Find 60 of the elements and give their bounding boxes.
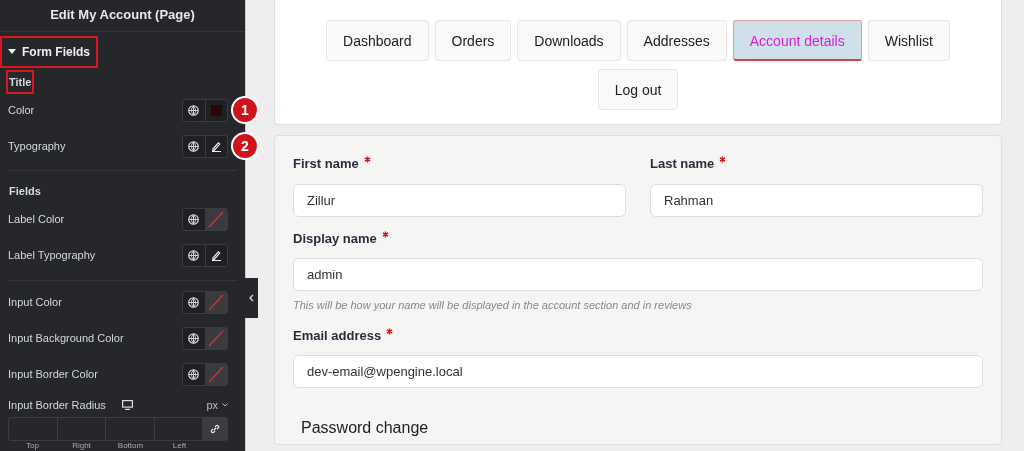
desktop-icon[interactable] [121,399,133,410]
account-tab[interactable]: Wishlist [867,20,950,61]
text-input[interactable]: Rahman [650,183,983,217]
panel-title: Edit My Account (Page) [0,0,245,32]
step-number: 2 [231,132,259,160]
control-button-group[interactable] [182,363,228,386]
control-label: Typography [8,138,66,154]
pencil-icon[interactable] [210,250,222,261]
control-label: Input Border Color [8,367,98,383]
dimension-label: Top [25,441,40,451]
field-label: Display name [293,230,377,246]
text-input[interactable]: Zillur [293,183,626,217]
chevron-left-icon[interactable] [249,294,254,302]
group-heading: Fields [8,184,42,199]
pencil-icon[interactable] [210,140,222,152]
control-label: Input Border Radius [8,397,106,413]
field-label: Last name [650,156,715,171]
field-label: First name [293,156,359,171]
text-input[interactable]: dev-email@wpengine.local [293,355,983,388]
dimension-label: Bottom [116,441,145,451]
group-heading: Title [8,71,33,92]
section-heading: Password change [293,416,437,444]
empty-color-swatch[interactable] [207,211,226,228]
dimension-label: Right [71,441,92,451]
section-toggle[interactable]: Form Fields [2,37,96,66]
control-button-group[interactable] [182,134,228,158]
globe-icon[interactable] [188,104,200,116]
field-label: Email address [293,327,382,343]
globe-icon[interactable] [188,333,200,344]
control-button-group[interactable] [182,244,228,267]
account-tab[interactable]: Addresses [626,20,727,61]
account-tab[interactable]: Dashboard [326,20,429,61]
globe-icon[interactable] [188,297,200,308]
control-label: Label Color [8,212,65,228]
control-button-group[interactable] [182,98,228,122]
globe-icon[interactable] [188,369,200,380]
globe-icon[interactable] [188,250,200,261]
chevron-down-icon[interactable] [222,402,228,407]
control-label: Color [8,102,35,118]
text-input[interactable]: admin [293,258,983,291]
empty-color-swatch[interactable] [207,294,226,311]
account-tab[interactable]: Log out [597,69,679,110]
dimension-label: Left [171,441,188,451]
control-button-group[interactable] [182,327,228,350]
globe-icon[interactable] [188,140,200,152]
globe-icon[interactable] [188,214,200,225]
control-label: Input Color [8,295,62,311]
color-swatch[interactable] [210,104,222,116]
link-icon[interactable] [210,424,220,434]
account-tab[interactable]: Downloads [517,20,621,61]
empty-color-swatch[interactable] [207,330,226,347]
step-number: 1 [231,96,259,124]
control-label: Label Typography [8,248,96,264]
empty-color-swatch[interactable] [207,366,226,383]
unit-dropdown[interactable]: px [206,396,218,413]
control-label: Input Background Color [8,331,124,347]
account-tab[interactable]: Orders [434,20,512,61]
control-button-group[interactable] [182,208,228,231]
help-text: This will be how your name will be displayed in the account section and in reviews [293,298,693,313]
control-button-group[interactable] [182,291,228,314]
